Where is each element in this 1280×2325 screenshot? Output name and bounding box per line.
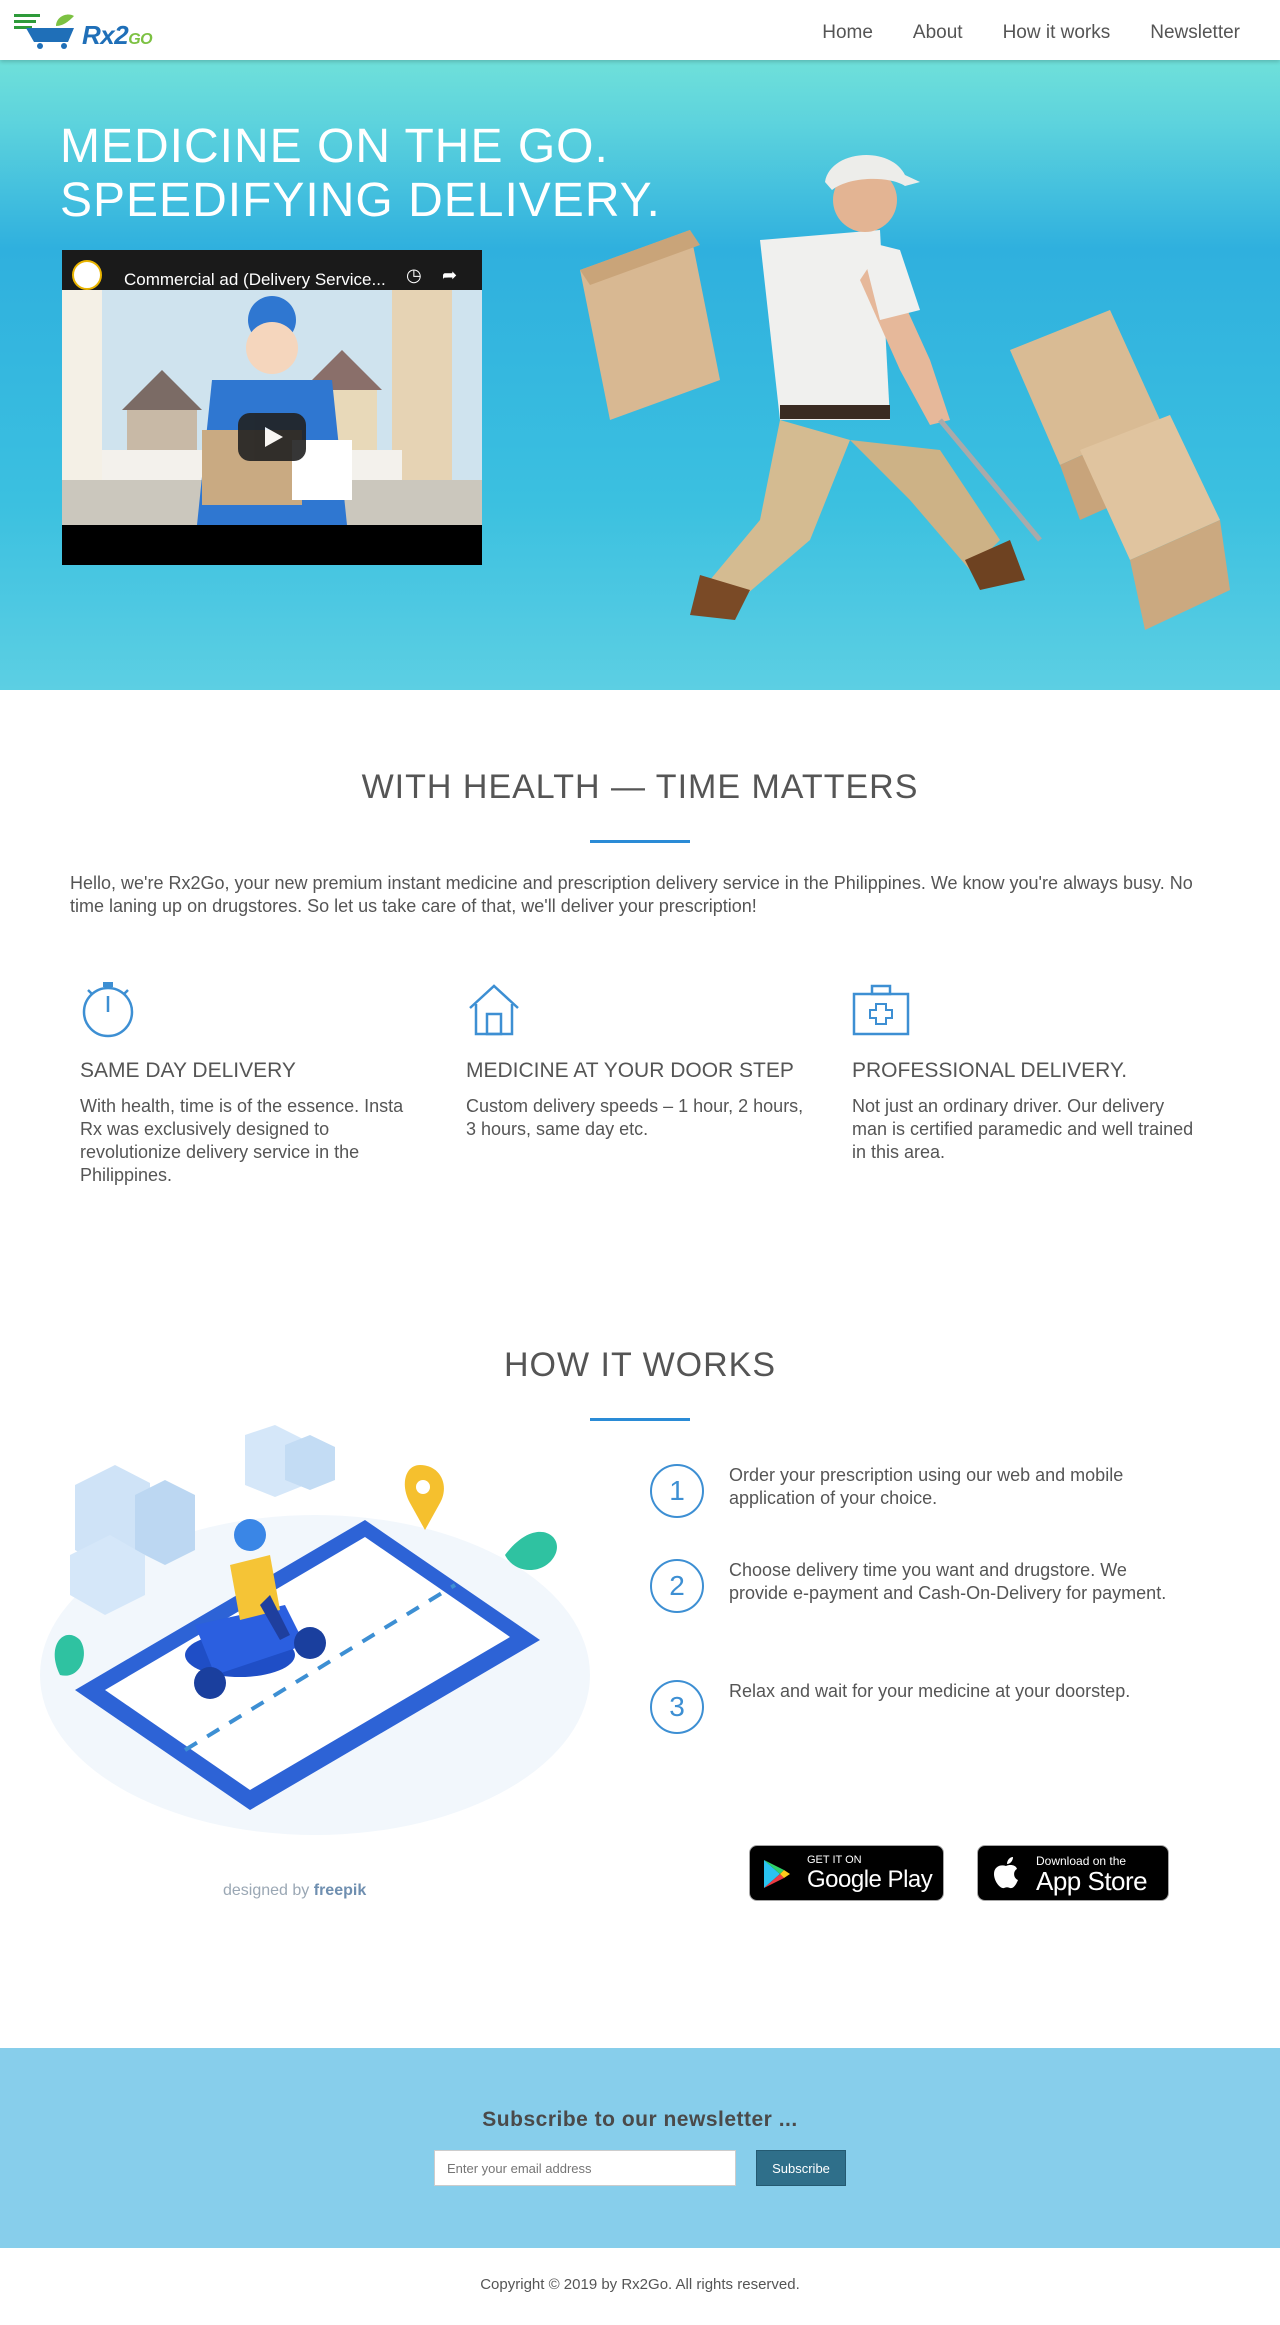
step-number: 2 xyxy=(650,1559,704,1613)
about-title-underline xyxy=(590,840,690,843)
feature-title: SAME DAY DELIVERY xyxy=(80,1059,296,1082)
how-it-works-underline xyxy=(590,1418,690,1421)
delivery-man-image xyxy=(580,155,1230,630)
hero-banner: MEDICINE ON THE GO. SPEEDIFYING DELIVERY… xyxy=(0,60,1280,690)
google-play-big-text: Google Play xyxy=(807,1866,933,1893)
subscribe-button[interactable]: Subscribe xyxy=(756,2150,846,2186)
nav-about-link[interactable]: About xyxy=(913,22,963,44)
how-it-works-title: HOW IT WORKS xyxy=(503,1346,777,1384)
step-number: 3 xyxy=(650,1680,704,1734)
email-input[interactable] xyxy=(434,2150,736,2186)
feature-text: With health, time is of the essence. Ins… xyxy=(80,1096,404,1185)
nav-newsletter-link[interactable]: Newsletter xyxy=(1150,22,1240,44)
step-text: Choose delivery time you want and drugst… xyxy=(729,1560,1167,1603)
navbar: Rx2GO Home About How it works Newsletter xyxy=(0,0,1280,60)
feature-text: Not just an ordinary driver. Our deliver… xyxy=(852,1096,1194,1162)
youtube-video-player[interactable]: Commercial ad (Delivery Service... ◷ ➦ xyxy=(62,250,482,565)
stopwatch-icon xyxy=(82,982,134,1038)
step-number: 1 xyxy=(650,1464,704,1518)
feature-text: Custom delivery speeds – 1 hour, 2 hours… xyxy=(466,1096,804,1139)
nav-how-it-works-link[interactable]: How it works xyxy=(1003,22,1111,44)
channel-avatar[interactable] xyxy=(72,260,102,290)
newsletter-title: Subscribe to our newsletter ... xyxy=(482,2108,798,2131)
google-play-button[interactable]: GET IT ON Google Play xyxy=(749,1845,944,1901)
google-play-icon xyxy=(764,1860,790,1888)
logo-cart-icon xyxy=(14,14,74,49)
medical-kit-icon xyxy=(852,984,910,1036)
video-header: Commercial ad (Delivery Service... ◷ ➦ xyxy=(62,250,482,290)
step-text: Order your prescription using our web an… xyxy=(729,1465,1124,1508)
footer-copyright: Copyright © 2019 by Rx2Go. All rights re… xyxy=(480,2276,800,2293)
logo-text: Rx2GO xyxy=(82,20,153,50)
video-actions: ◷ ➦ xyxy=(406,264,464,286)
video-title[interactable]: Commercial ad (Delivery Service... xyxy=(124,270,386,290)
app-store-big-text: App Store xyxy=(1036,1866,1148,1896)
feature-professional: PROFESSIONAL DELIVERY. Not just an ordin… xyxy=(852,980,1202,1164)
nav-home-link[interactable]: Home xyxy=(822,22,873,44)
newsletter-section: Subscribe to our newsletter ... Subscrib… xyxy=(0,2048,1280,2248)
feature-same-day: SAME DAY DELIVERY With health, time is o… xyxy=(80,980,430,1187)
house-icon xyxy=(469,984,519,1036)
watch-later-icon[interactable]: ◷ xyxy=(406,264,428,286)
freepik-credit[interactable]: designed by freepik xyxy=(223,1882,366,1900)
video-thumbnail[interactable] xyxy=(62,290,482,525)
scooter-delivery-illustration xyxy=(40,1425,590,1835)
cartoon-delivery-thumbnail xyxy=(62,290,482,525)
app-store-button[interactable]: Download on the App Store xyxy=(977,1845,1169,1901)
share-icon[interactable]: ➦ xyxy=(442,264,464,286)
play-button[interactable] xyxy=(238,413,306,461)
logo[interactable]: Rx2GO xyxy=(12,8,162,52)
about-title: WITH HEALTH — TIME MATTERS xyxy=(361,768,919,806)
step-text: Relax and wait for your medicine at your… xyxy=(729,1681,1131,1701)
google-play-small-text: GET IT ON xyxy=(807,1854,862,1866)
feature-door-step: MEDICINE AT YOUR DOOR STEP Custom delive… xyxy=(466,980,816,1141)
nav-links: Home About How it works Newsletter xyxy=(822,22,1240,44)
feature-title: MEDICINE AT YOUR DOOR STEP xyxy=(466,1059,794,1082)
about-intro: Hello, we're Rx2Go, your new premium ins… xyxy=(70,873,1193,916)
apple-icon xyxy=(994,1857,1018,1889)
feature-title: PROFESSIONAL DELIVERY. xyxy=(852,1059,1128,1082)
